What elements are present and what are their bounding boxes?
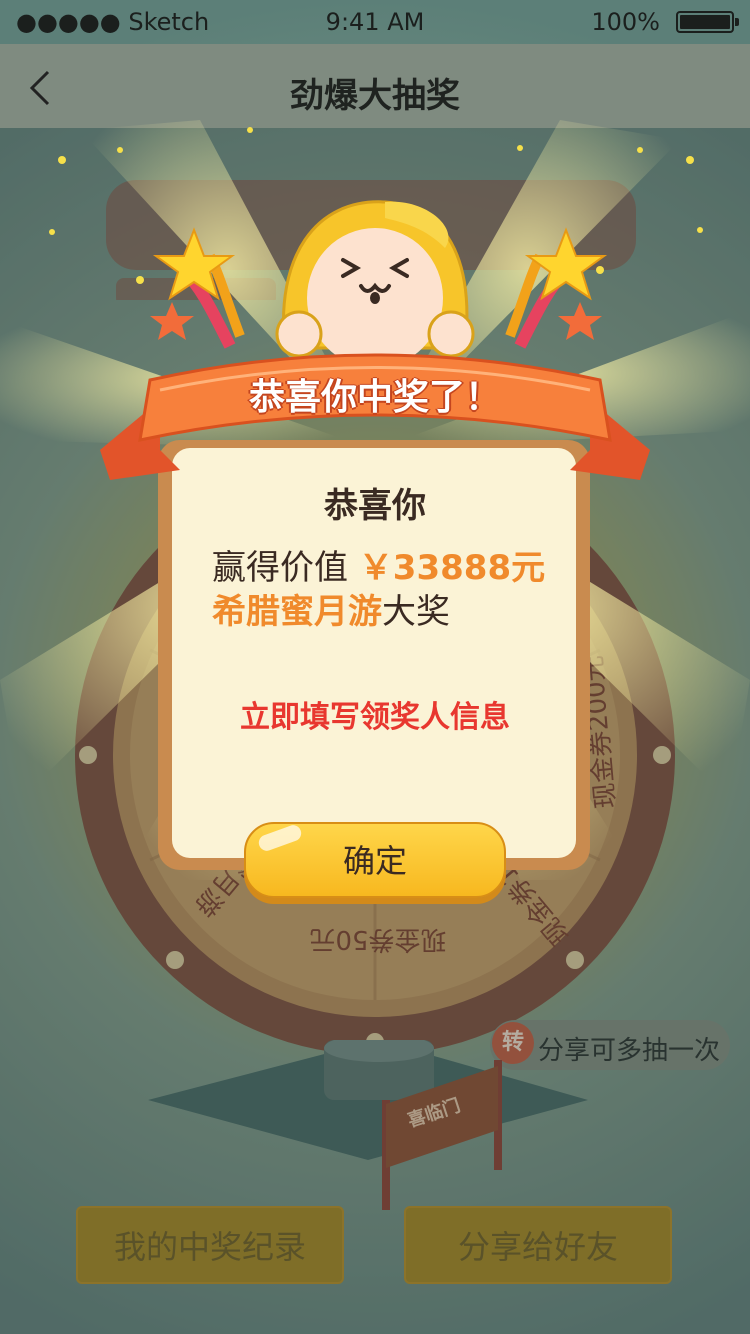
prize-value-line: 赢得价值 ￥33888元 [212, 540, 545, 589]
prize-value: ￥33888元 [358, 548, 546, 588]
dialog-heading: 恭喜你 [324, 486, 426, 526]
fill-winner-info-link[interactable]: 立即填写领奖人信息 [0, 692, 750, 736]
battery-percent: 100% [591, 8, 660, 36]
status-bar: ●●●●● Sketch 9:41 AM 100% [0, 0, 750, 44]
congrats-title: 恭喜你中奖了！ [248, 377, 501, 418]
prize-name-line: 希腊蜜月游大奖 [212, 584, 450, 633]
prize-name: 希腊蜜月游 [212, 592, 382, 632]
page-title: 劲爆大抽奖 [290, 76, 460, 116]
prize-suffix: 大奖 [382, 592, 450, 632]
battery-tip [735, 18, 739, 26]
win-prefix: 赢得价值 [212, 548, 348, 588]
battery-icon [676, 11, 734, 33]
